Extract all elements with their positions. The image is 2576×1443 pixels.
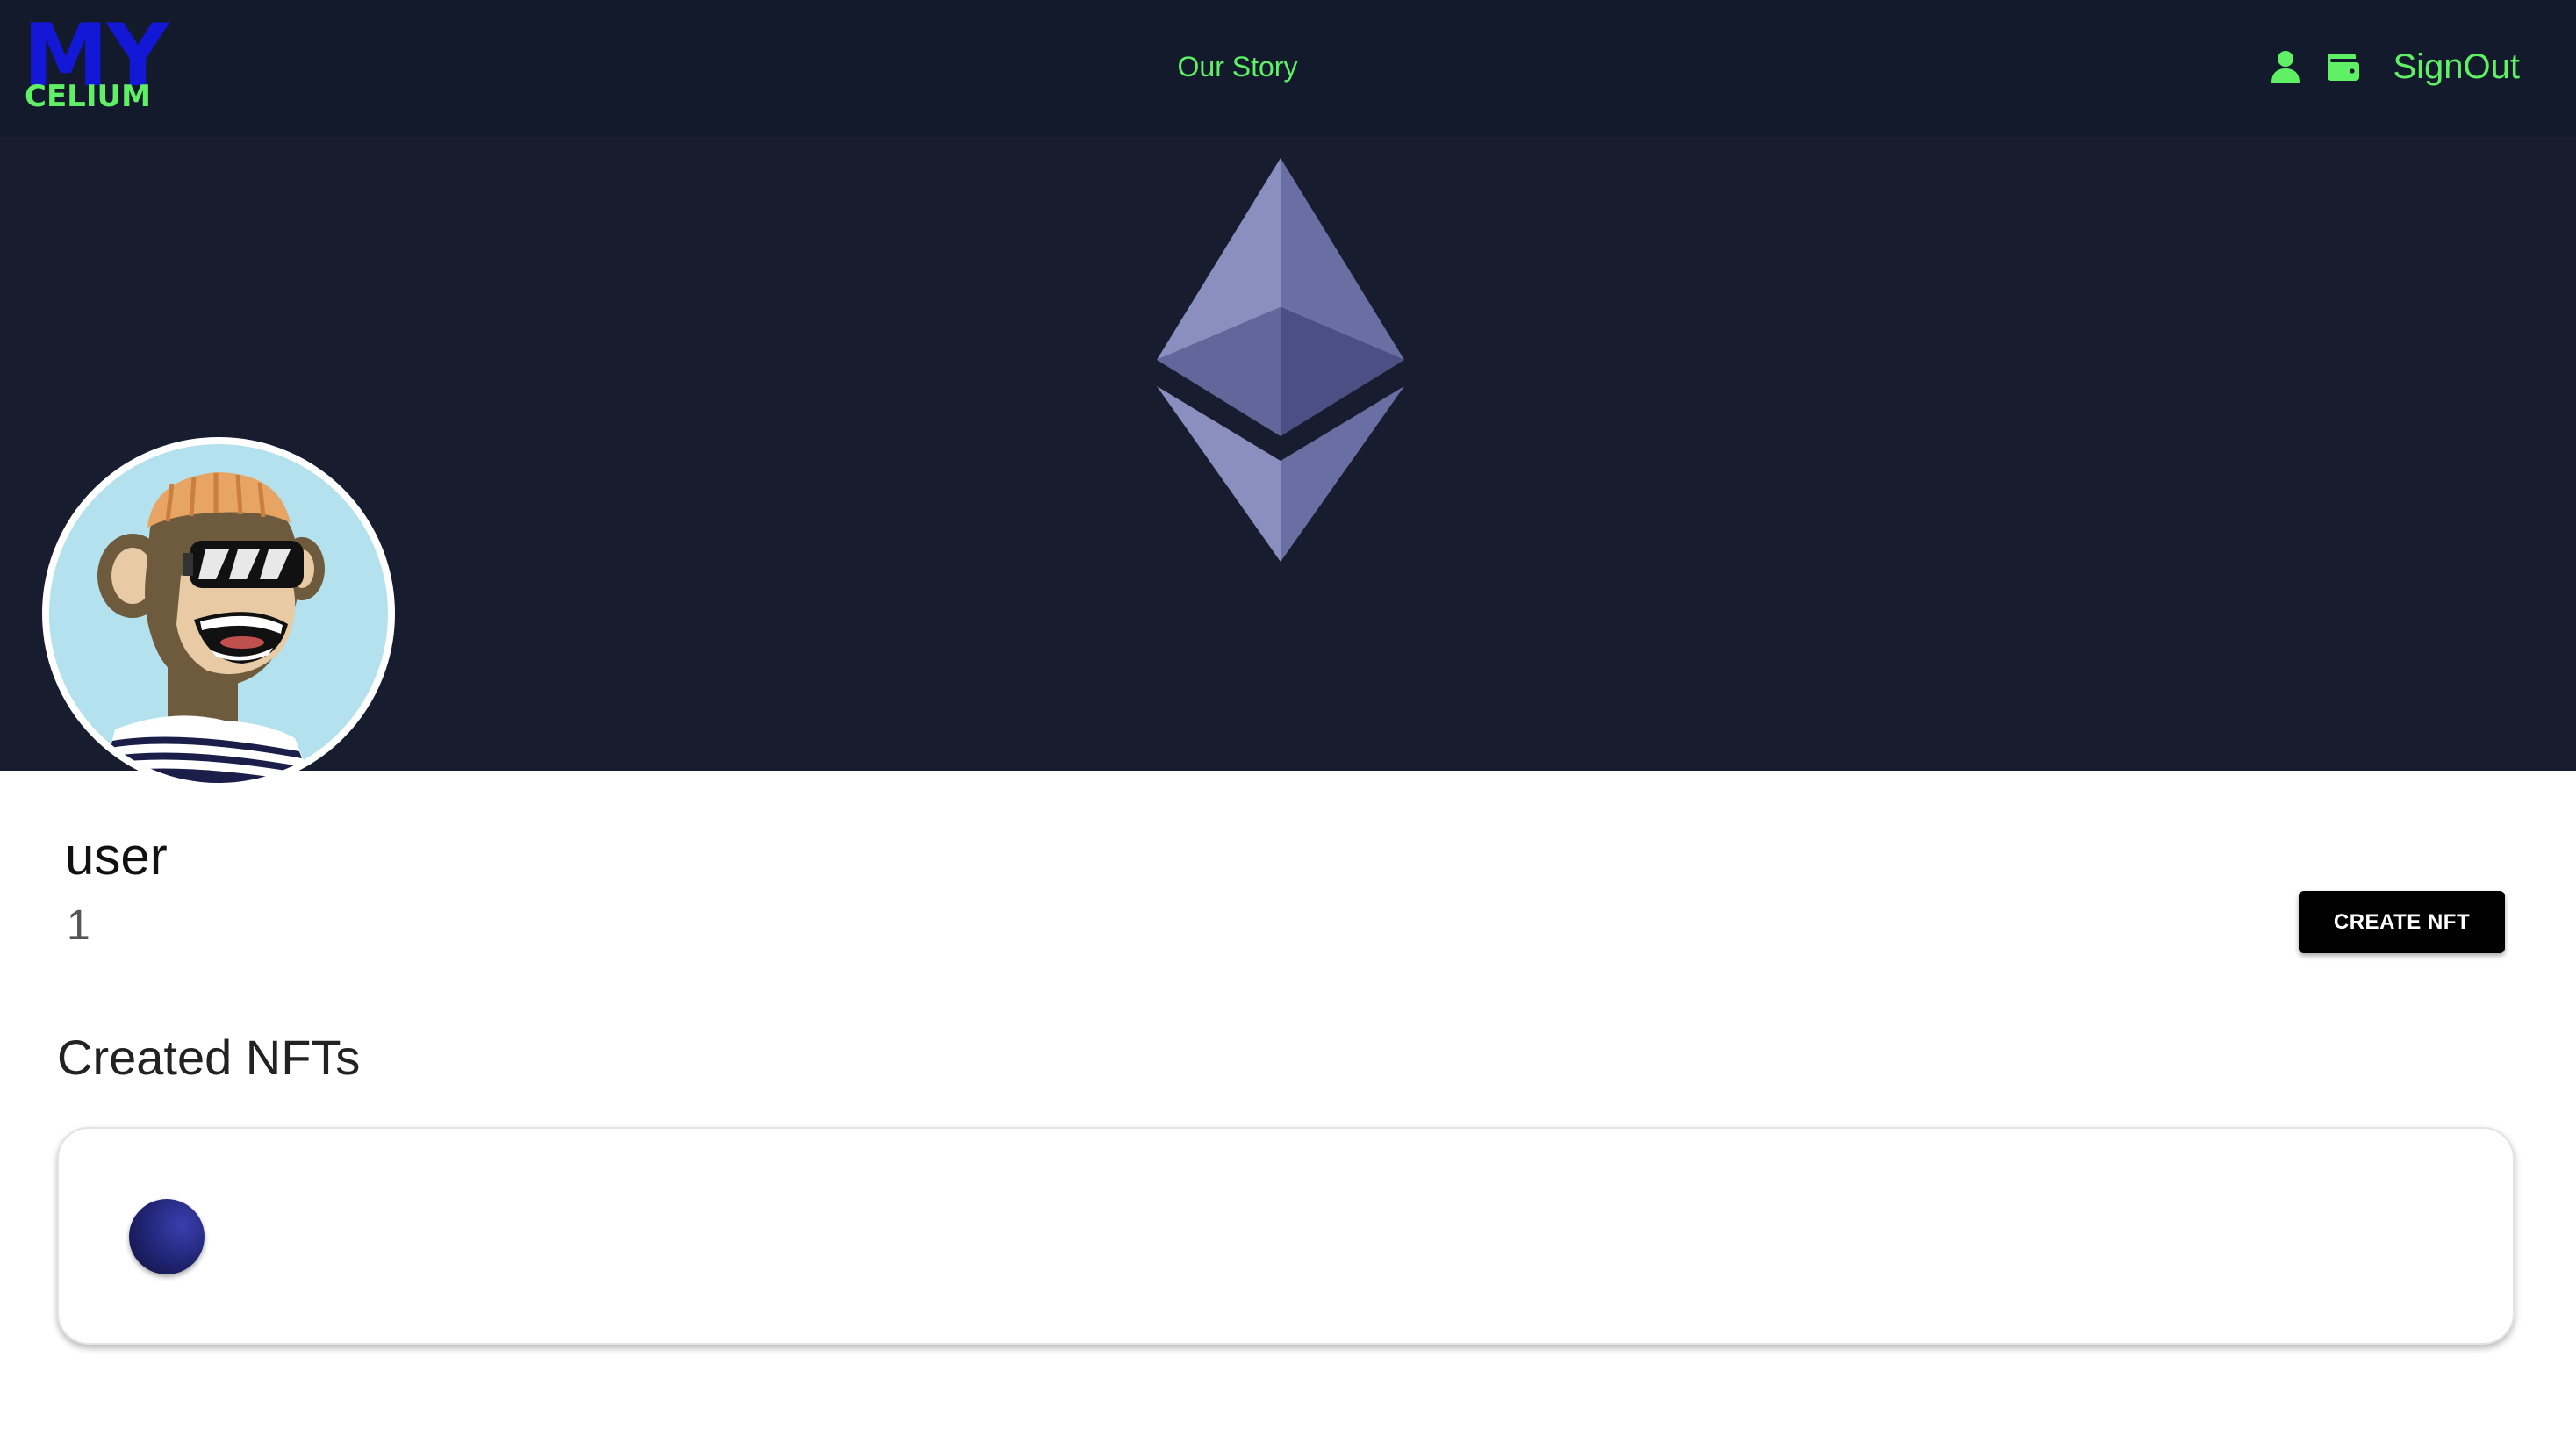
logo-celium-text: CELIUM	[25, 79, 151, 114]
ethereum-logo-icon	[1157, 158, 1404, 562]
our-story-link[interactable]: Our Story	[1141, 46, 1334, 88]
create-nft-button[interactable]: CREATE NFT	[2299, 891, 2505, 953]
user-icon[interactable]	[2268, 49, 2303, 84]
navbar-actions: SignOut	[2268, 39, 2520, 95]
bored-ape-avatar-icon	[97, 472, 325, 783]
mycelium-logo[interactable]: MY CELIUM	[21, 12, 170, 116]
nft-thumbnail[interactable]	[129, 1199, 205, 1274]
profile-count: 1	[67, 902, 90, 949]
wallet-icon[interactable]	[2326, 49, 2361, 84]
avatar[interactable]	[42, 437, 395, 790]
profile-username: user	[65, 827, 168, 886]
profile-banner	[0, 137, 2576, 771]
created-nfts-card	[57, 1127, 2515, 1345]
signout-link[interactable]: SignOut	[2393, 46, 2520, 88]
created-nfts-title: Created NFTs	[57, 1030, 361, 1085]
top-navbar: MY CELIUM Our Story SignOut	[0, 0, 2576, 137]
